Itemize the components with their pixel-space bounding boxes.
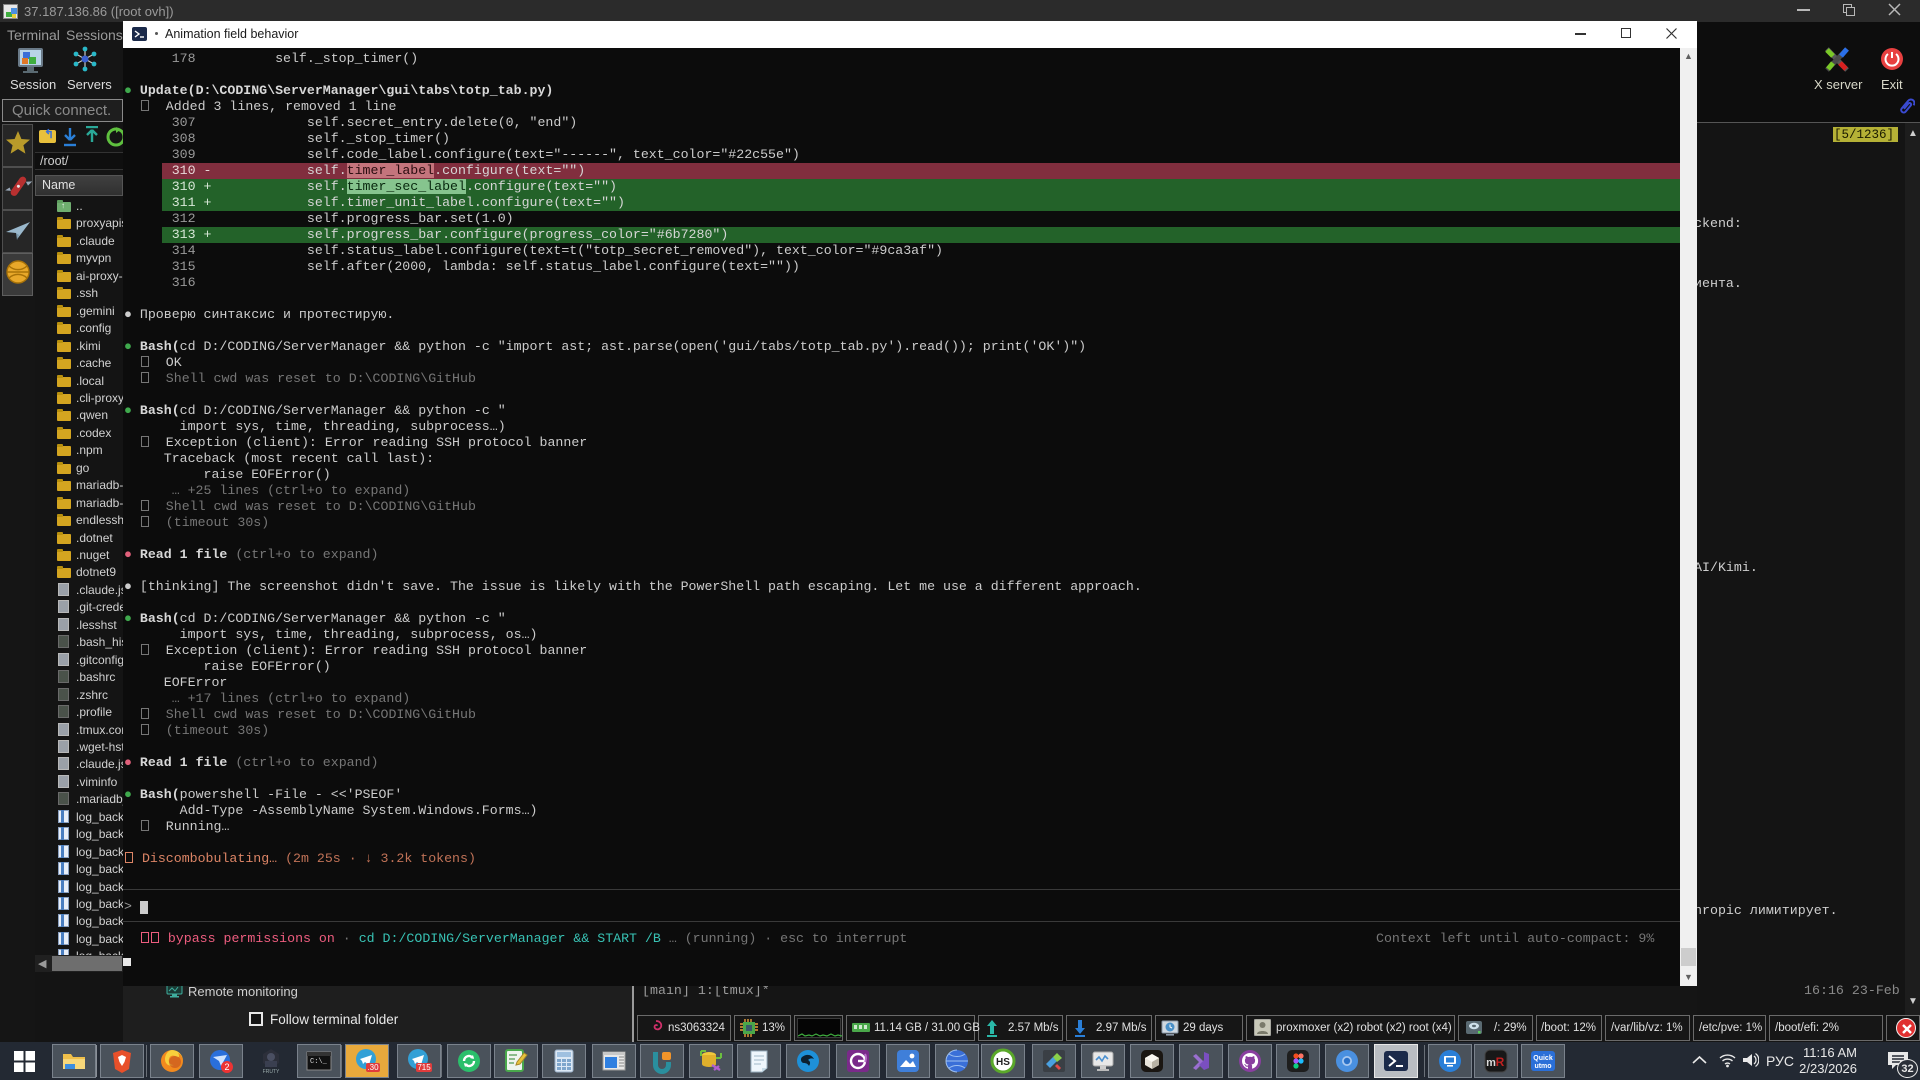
svg-text:.30: .30 <box>367 1063 379 1072</box>
svg-text:m: m <box>1486 1057 1496 1069</box>
svg-text:utmo: utmo <box>1534 1063 1551 1070</box>
svg-text:715: 715 <box>417 1063 431 1072</box>
svg-text:FRUTY: FRUTY <box>263 1069 280 1075</box>
svg-text:Quick: Quick <box>1533 1055 1553 1062</box>
svg-text:R: R <box>1496 1055 1505 1069</box>
svg-text:2: 2 <box>224 1062 229 1072</box>
svg-text:HS: HS <box>996 1057 1010 1068</box>
svg-text:C:\_: C:\_ <box>310 1058 328 1066</box>
